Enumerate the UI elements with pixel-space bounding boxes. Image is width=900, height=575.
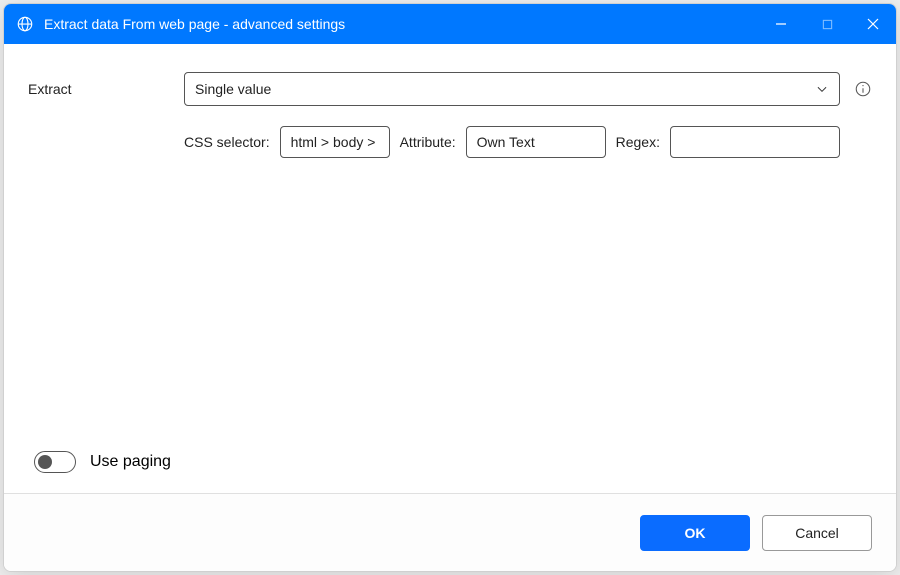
cancel-button[interactable]: Cancel	[762, 515, 872, 551]
extract-dropdown[interactable]: Single value	[184, 72, 840, 106]
globe-icon	[16, 15, 34, 33]
attribute-label: Attribute:	[400, 134, 456, 150]
extract-dropdown-value: Single value	[195, 81, 271, 97]
cancel-button-label: Cancel	[795, 525, 839, 541]
minimize-button[interactable]	[758, 4, 804, 44]
window-controls	[758, 4, 896, 44]
regex-label: Regex:	[616, 134, 660, 150]
maximize-button	[804, 4, 850, 44]
ok-button[interactable]: OK	[640, 515, 750, 551]
ok-button-label: OK	[685, 525, 706, 541]
use-paging-label: Use paging	[90, 453, 171, 471]
dialog-window: Extract data From web page - advanced se…	[3, 3, 897, 572]
window-title: Extract data From web page - advanced se…	[44, 16, 345, 32]
extract-row: Extract Single value	[28, 72, 872, 106]
paging-row: Use paging	[28, 445, 872, 485]
css-selector-label: CSS selector:	[184, 134, 270, 150]
dialog-content: Extract Single value CSS selector: Attri…	[4, 44, 896, 493]
dialog-footer: OK Cancel	[4, 493, 896, 571]
titlebar: Extract data From web page - advanced se…	[4, 4, 896, 44]
chevron-down-icon	[815, 82, 829, 96]
toggle-knob	[38, 455, 52, 469]
close-button[interactable]	[850, 4, 896, 44]
css-selector-input[interactable]	[280, 126, 390, 158]
info-icon[interactable]	[854, 80, 872, 98]
params-row: CSS selector: Attribute: Regex:	[28, 126, 872, 158]
attribute-input[interactable]	[466, 126, 606, 158]
regex-input[interactable]	[670, 126, 840, 158]
extract-label: Extract	[28, 81, 184, 97]
use-paging-toggle[interactable]	[34, 451, 76, 473]
